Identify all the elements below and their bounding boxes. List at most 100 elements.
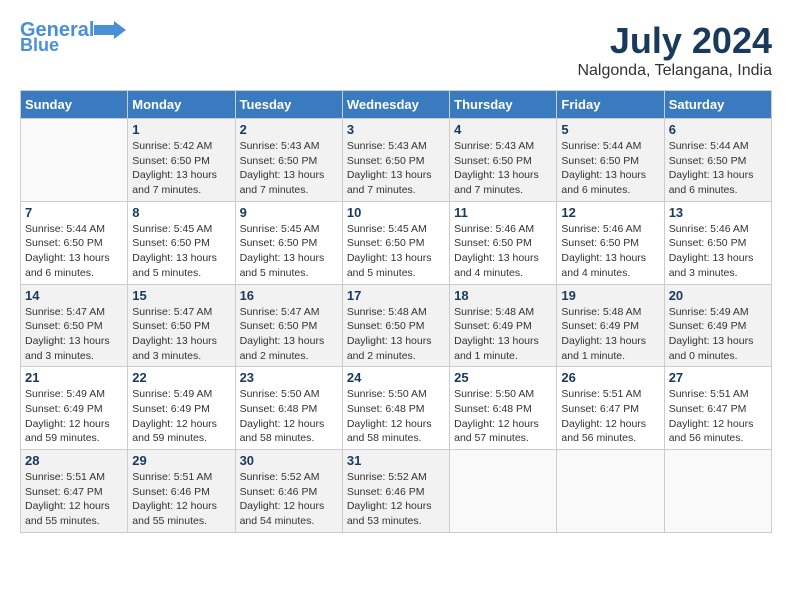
calendar-cell [21, 119, 128, 202]
calendar-week-3: 14 Sunrise: 5:47 AMSunset: 6:50 PMDayligh… [21, 284, 772, 367]
calendar-cell: 27 Sunrise: 5:51 AMSunset: 6:47 PMDayligh… [664, 367, 771, 450]
calendar-week-2: 7Sunrise: 5:44 AMSunset: 6:50 PMDaylight… [21, 201, 772, 284]
day-info: Sunrise: 5:43 AMSunset: 6:50 PMDaylight:… [240, 139, 338, 198]
calendar-week-1: 1 Sunrise: 5:42 AMSunset: 6:50 PMDaylight… [21, 119, 772, 202]
day-info: Sunrise: 5:47 AMSunset: 6:50 PMDaylight:… [25, 305, 123, 364]
calendar-cell: 30 Sunrise: 5:52 AMSunset: 6:46 PMDayligh… [235, 450, 342, 533]
calendar-cell: 31Sunrise: 5:52 AMSunset: 6:46 PMDayligh… [342, 450, 449, 533]
calendar-cell: 10 Sunrise: 5:45 AMSunset: 6:50 PMDayligh… [342, 201, 449, 284]
day-info: Sunrise: 5:43 AMSunset: 6:50 PMDaylight:… [454, 139, 552, 198]
day-info: Sunrise: 5:44 AMSunset: 6:50 PMDaylight:… [561, 139, 659, 198]
calendar-cell: 6 Sunrise: 5:44 AMSunset: 6:50 PMDaylight… [664, 119, 771, 202]
calendar-cell: 21 Sunrise: 5:49 AMSunset: 6:49 PMDayligh… [21, 367, 128, 450]
title-section: July 2024 Nalgonda, Telangana, India [577, 20, 772, 80]
calendar-header-row: SundayMondayTuesdayWednesdayThursdayFrid… [21, 91, 772, 119]
day-number: 6 [669, 122, 767, 137]
day-number: 9 [240, 205, 338, 220]
day-number: 20 [669, 288, 767, 303]
logo-text-blue: Blue [20, 36, 59, 54]
day-number: 4 [454, 122, 552, 137]
day-info: Sunrise: 5:50 AMSunset: 6:48 PMDaylight:… [454, 387, 552, 446]
day-number: 12 [561, 205, 659, 220]
day-number: 16 [240, 288, 338, 303]
calendar-cell [450, 450, 557, 533]
day-info: Sunrise: 5:51 AMSunset: 6:47 PMDaylight:… [25, 470, 123, 529]
day-number: 8 [132, 205, 230, 220]
day-number: 30 [240, 453, 338, 468]
calendar-header-monday: Monday [128, 91, 235, 119]
day-number: 10 [347, 205, 445, 220]
calendar-header-sunday: Sunday [21, 91, 128, 119]
day-number: 22 [132, 370, 230, 385]
calendar-header-thursday: Thursday [450, 91, 557, 119]
day-info: Sunrise: 5:49 AMSunset: 6:49 PMDaylight:… [669, 305, 767, 364]
calendar-header-friday: Friday [557, 91, 664, 119]
day-number: 13 [669, 205, 767, 220]
calendar-table: SundayMondayTuesdayWednesdayThursdayFrid… [20, 90, 772, 533]
day-info: Sunrise: 5:47 AMSunset: 6:50 PMDaylight:… [132, 305, 230, 364]
day-info: Sunrise: 5:49 AMSunset: 6:49 PMDaylight:… [25, 387, 123, 446]
calendar-cell: 11 Sunrise: 5:46 AMSunset: 6:50 PMDayligh… [450, 201, 557, 284]
calendar-cell: 26 Sunrise: 5:51 AMSunset: 6:47 PMDayligh… [557, 367, 664, 450]
day-info: Sunrise: 5:48 AMSunset: 6:49 PMDaylight:… [561, 305, 659, 364]
calendar-cell [557, 450, 664, 533]
day-number: 11 [454, 205, 552, 220]
calendar-cell: 17Sunrise: 5:48 AMSunset: 6:50 PMDayligh… [342, 284, 449, 367]
day-number: 14 [25, 288, 123, 303]
day-info: Sunrise: 5:45 AMSunset: 6:50 PMDaylight:… [240, 222, 338, 281]
calendar-header-tuesday: Tuesday [235, 91, 342, 119]
calendar-cell: 3 Sunrise: 5:43 AMSunset: 6:50 PMDaylight… [342, 119, 449, 202]
day-info: Sunrise: 5:50 AMSunset: 6:48 PMDaylight:… [240, 387, 338, 446]
day-info: Sunrise: 5:51 AMSunset: 6:46 PMDaylight:… [132, 470, 230, 529]
calendar-cell: 5 Sunrise: 5:44 AMSunset: 6:50 PMDaylight… [557, 119, 664, 202]
day-number: 27 [669, 370, 767, 385]
day-info: Sunrise: 5:51 AMSunset: 6:47 PMDaylight:… [561, 387, 659, 446]
day-number: 1 [132, 122, 230, 137]
day-info: Sunrise: 5:44 AMSunset: 6:50 PMDaylight:… [25, 222, 123, 281]
calendar-cell: 18Sunrise: 5:48 AMSunset: 6:49 PMDayligh… [450, 284, 557, 367]
day-info: Sunrise: 5:46 AMSunset: 6:50 PMDaylight:… [454, 222, 552, 281]
calendar-cell: 22Sunrise: 5:49 AMSunset: 6:49 PMDayligh… [128, 367, 235, 450]
month-title: July 2024 [577, 20, 772, 62]
day-info: Sunrise: 5:43 AMSunset: 6:50 PMDaylight:… [347, 139, 445, 198]
day-number: 26 [561, 370, 659, 385]
day-info: Sunrise: 5:50 AMSunset: 6:48 PMDaylight:… [347, 387, 445, 446]
calendar-cell: 2Sunrise: 5:43 AMSunset: 6:50 PMDaylight… [235, 119, 342, 202]
calendar-cell: 12Sunrise: 5:46 AMSunset: 6:50 PMDayligh… [557, 201, 664, 284]
day-info: Sunrise: 5:48 AMSunset: 6:49 PMDaylight:… [454, 305, 552, 364]
day-info: Sunrise: 5:47 AMSunset: 6:50 PMDaylight:… [240, 305, 338, 364]
day-number: 23 [240, 370, 338, 385]
calendar-cell: 20 Sunrise: 5:49 AMSunset: 6:49 PMDayligh… [664, 284, 771, 367]
calendar-cell: 28Sunrise: 5:51 AMSunset: 6:47 PMDayligh… [21, 450, 128, 533]
calendar-cell: 7Sunrise: 5:44 AMSunset: 6:50 PMDaylight… [21, 201, 128, 284]
day-info: Sunrise: 5:46 AMSunset: 6:50 PMDaylight:… [669, 222, 767, 281]
day-number: 25 [454, 370, 552, 385]
day-number: 5 [561, 122, 659, 137]
day-info: Sunrise: 5:51 AMSunset: 6:47 PMDaylight:… [669, 387, 767, 446]
calendar-header-wednesday: Wednesday [342, 91, 449, 119]
calendar-header-saturday: Saturday [664, 91, 771, 119]
page-header: General Blue July 2024 Nalgonda, Telanga… [20, 20, 772, 80]
calendar-cell: 29Sunrise: 5:51 AMSunset: 6:46 PMDayligh… [128, 450, 235, 533]
calendar-week-5: 28Sunrise: 5:51 AMSunset: 6:47 PMDayligh… [21, 450, 772, 533]
calendar-cell: 13 Sunrise: 5:46 AMSunset: 6:50 PMDayligh… [664, 201, 771, 284]
calendar-cell: 4 Sunrise: 5:43 AMSunset: 6:50 PMDaylight… [450, 119, 557, 202]
day-info: Sunrise: 5:52 AMSunset: 6:46 PMDaylight:… [240, 470, 338, 529]
day-info: Sunrise: 5:44 AMSunset: 6:50 PMDaylight:… [669, 139, 767, 198]
calendar-cell: 15Sunrise: 5:47 AMSunset: 6:50 PMDayligh… [128, 284, 235, 367]
calendar-cell: 14 Sunrise: 5:47 AMSunset: 6:50 PMDayligh… [21, 284, 128, 367]
calendar-cell: 16 Sunrise: 5:47 AMSunset: 6:50 PMDayligh… [235, 284, 342, 367]
calendar-cell: 1 Sunrise: 5:42 AMSunset: 6:50 PMDaylight… [128, 119, 235, 202]
calendar-cell: 19Sunrise: 5:48 AMSunset: 6:49 PMDayligh… [557, 284, 664, 367]
day-info: Sunrise: 5:45 AMSunset: 6:50 PMDaylight:… [347, 222, 445, 281]
day-number: 17 [347, 288, 445, 303]
logo: General Blue [20, 20, 126, 54]
day-info: Sunrise: 5:45 AMSunset: 6:50 PMDaylight:… [132, 222, 230, 281]
day-number: 21 [25, 370, 123, 385]
calendar-cell: 24Sunrise: 5:50 AMSunset: 6:48 PMDayligh… [342, 367, 449, 450]
day-number: 31 [347, 453, 445, 468]
day-number: 3 [347, 122, 445, 137]
calendar-cell: 9 Sunrise: 5:45 AMSunset: 6:50 PMDaylight… [235, 201, 342, 284]
day-info: Sunrise: 5:42 AMSunset: 6:50 PMDaylight:… [132, 139, 230, 198]
calendar-cell: 23 Sunrise: 5:50 AMSunset: 6:48 PMDayligh… [235, 367, 342, 450]
